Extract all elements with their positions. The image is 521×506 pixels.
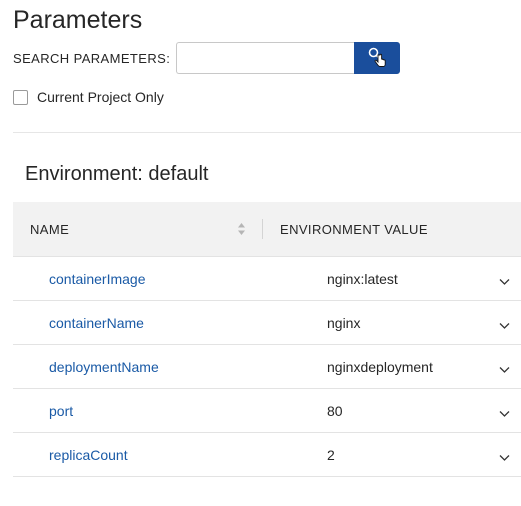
chevron-down-icon[interactable] [499, 405, 510, 417]
search-icon [367, 46, 387, 71]
sort-icon[interactable] [237, 222, 246, 236]
current-project-checkbox[interactable] [13, 89, 28, 105]
table-row: deploymentName nginxdeployment [13, 345, 521, 389]
search-label: SEARCH PARAMETERS: [13, 50, 171, 66]
divider [13, 132, 521, 133]
chevron-down-icon[interactable] [499, 273, 510, 285]
parameter-value: 80 [327, 402, 343, 419]
chevron-down-icon[interactable] [499, 449, 510, 461]
parameters-table: NAME ENVIRONMENT VALUE containerImage ng… [13, 202, 521, 477]
table-row: containerName nginx [13, 301, 521, 345]
search-button[interactable] [354, 42, 400, 74]
parameter-name-link[interactable]: port [49, 403, 73, 419]
environment-heading: Environment: default [25, 163, 209, 185]
parameter-name-link[interactable]: replicaCount [49, 447, 128, 463]
search-bar: SEARCH PARAMETERS: [13, 42, 400, 74]
parameter-value: nginxdeployment [327, 358, 433, 375]
table-header: NAME ENVIRONMENT VALUE [13, 202, 521, 257]
current-project-filter: Current Project Only [13, 88, 164, 106]
parameter-value: nginx:latest [327, 270, 398, 287]
table-row: port 80 [13, 389, 521, 433]
parameter-name-link[interactable]: deploymentName [49, 359, 159, 375]
parameter-name-link[interactable]: containerName [49, 315, 144, 331]
column-header-name[interactable]: NAME [30, 222, 69, 237]
table-row: replicaCount 2 [13, 433, 521, 477]
parameters-page: Parameters SEARCH PARAMETERS: Current Pr… [0, 0, 521, 506]
parameter-value: nginx [327, 314, 361, 331]
chevron-down-icon[interactable] [499, 317, 510, 329]
chevron-down-icon[interactable] [499, 361, 510, 373]
column-header-environment-value: ENVIRONMENT VALUE [280, 221, 428, 237]
search-input[interactable] [176, 42, 354, 74]
parameter-value: 2 [327, 446, 335, 463]
table-row: containerImage nginx:latest [13, 257, 521, 301]
column-separator [262, 219, 263, 239]
parameter-name-link[interactable]: containerImage [49, 271, 146, 287]
page-title: Parameters [13, 6, 143, 34]
current-project-label[interactable]: Current Project Only [37, 89, 164, 105]
